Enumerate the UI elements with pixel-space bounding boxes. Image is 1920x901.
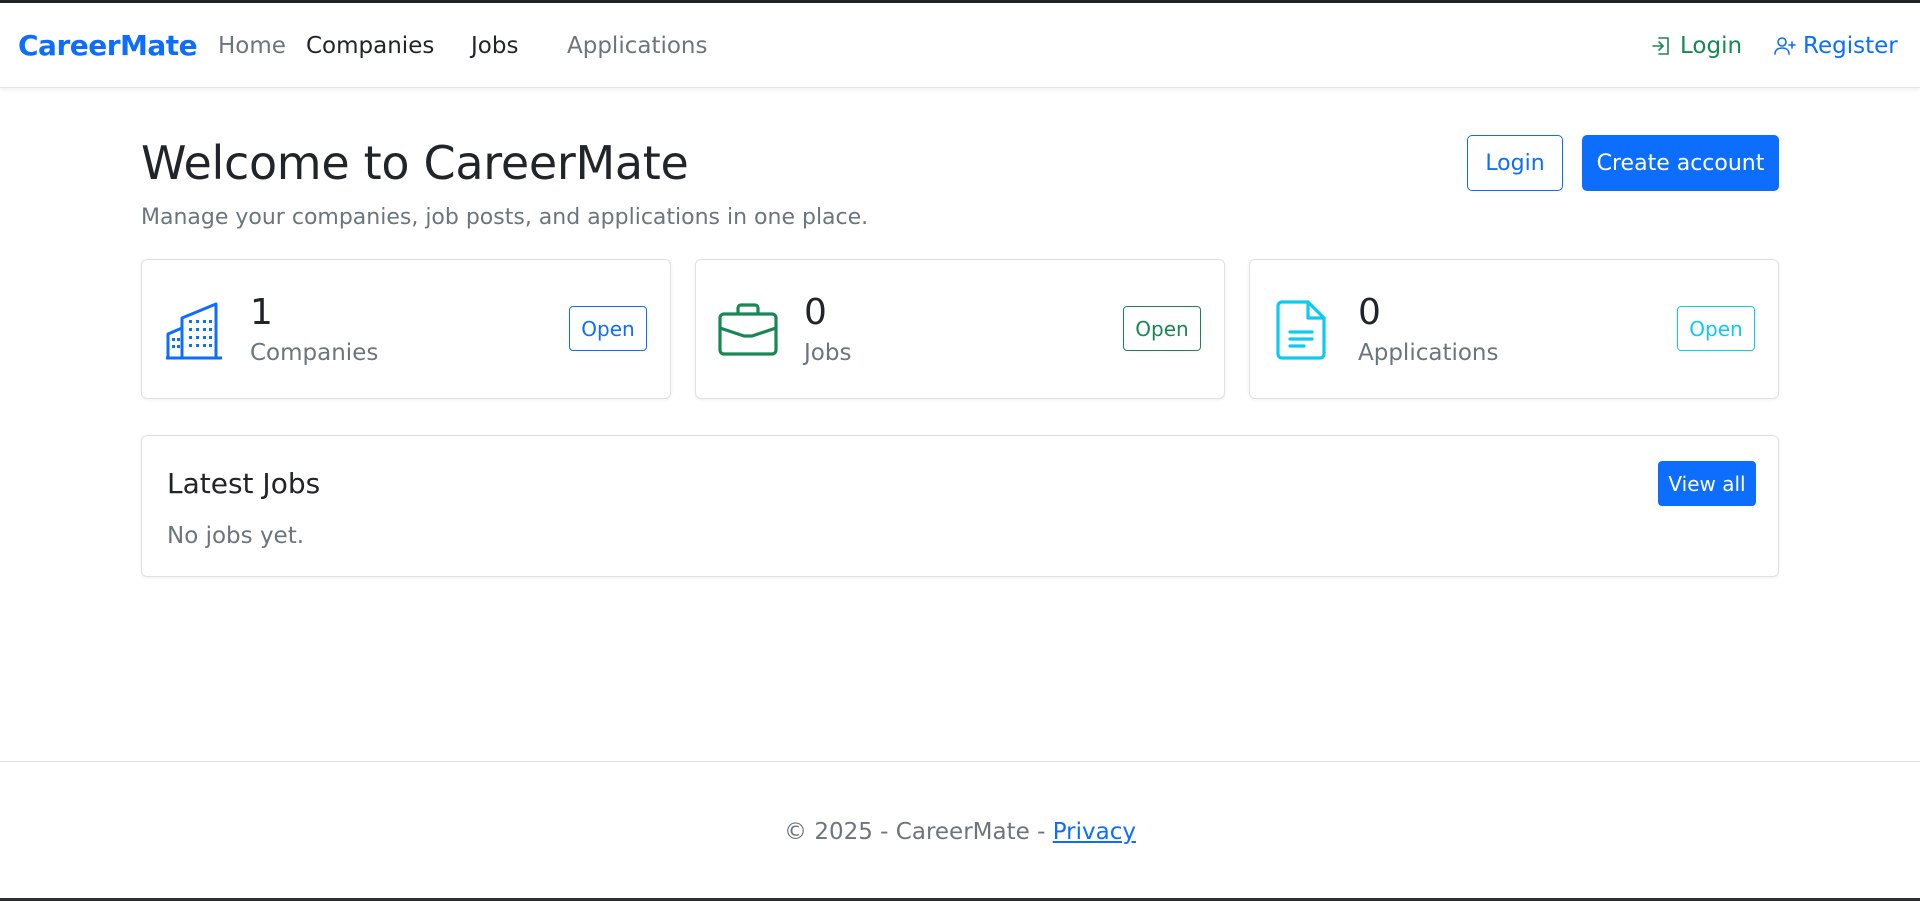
companies-count: 1	[250, 292, 273, 333]
page-subtitle: Manage your companies, job posts, and ap…	[141, 205, 869, 230]
jobs-card: 0 Jobs Open	[695, 259, 1225, 399]
building-icon	[166, 302, 222, 360]
nav-register[interactable]: Register	[1773, 33, 1898, 59]
page-title: Welcome to CareerMate	[141, 136, 689, 190]
nav-register-label: Register	[1803, 33, 1898, 59]
create-account-button[interactable]: Create account	[1582, 135, 1779, 191]
footer: © 2025 - CareerMate - Privacy	[0, 819, 1920, 845]
view-all-button[interactable]: View all	[1658, 461, 1756, 506]
document-icon	[1276, 300, 1326, 360]
footer-copyright: © 2025 - CareerMate -	[784, 819, 1053, 845]
applications-open-button[interactable]: Open	[1677, 306, 1755, 351]
no-jobs-text: No jobs yet.	[167, 523, 305, 549]
companies-open-button[interactable]: Open	[569, 306, 647, 351]
jobs-label: Jobs	[804, 340, 852, 366]
nav-login-label: Login	[1680, 33, 1743, 59]
nav-jobs[interactable]: Jobs	[471, 33, 518, 59]
nav-companies[interactable]: Companies	[306, 33, 434, 59]
privacy-link[interactable]: Privacy	[1053, 819, 1136, 845]
applications-count: 0	[1358, 292, 1381, 333]
login-button[interactable]: Login	[1467, 135, 1563, 191]
applications-label: Applications	[1358, 340, 1499, 366]
briefcase-icon	[718, 303, 778, 356]
footer-divider	[0, 761, 1920, 762]
latest-jobs-card: Latest Jobs No jobs yet. View all	[141, 435, 1779, 577]
nav-applications[interactable]: Applications	[567, 33, 708, 59]
navbar: CareerMate Home Companies Jobs Applicati…	[0, 3, 1920, 88]
brand-logo[interactable]: CareerMate	[18, 29, 198, 62]
jobs-count: 0	[804, 292, 827, 333]
latest-jobs-title: Latest Jobs	[167, 467, 321, 500]
login-icon	[1652, 37, 1669, 55]
companies-label: Companies	[250, 340, 379, 366]
person-add-icon	[1774, 37, 1796, 55]
nav-login[interactable]: Login	[1650, 33, 1742, 59]
jobs-open-button[interactable]: Open	[1123, 306, 1201, 351]
applications-card: 0 Applications Open	[1249, 259, 1779, 399]
companies-card: 1 Companies Open	[141, 259, 671, 399]
nav-home[interactable]: Home	[218, 33, 286, 59]
